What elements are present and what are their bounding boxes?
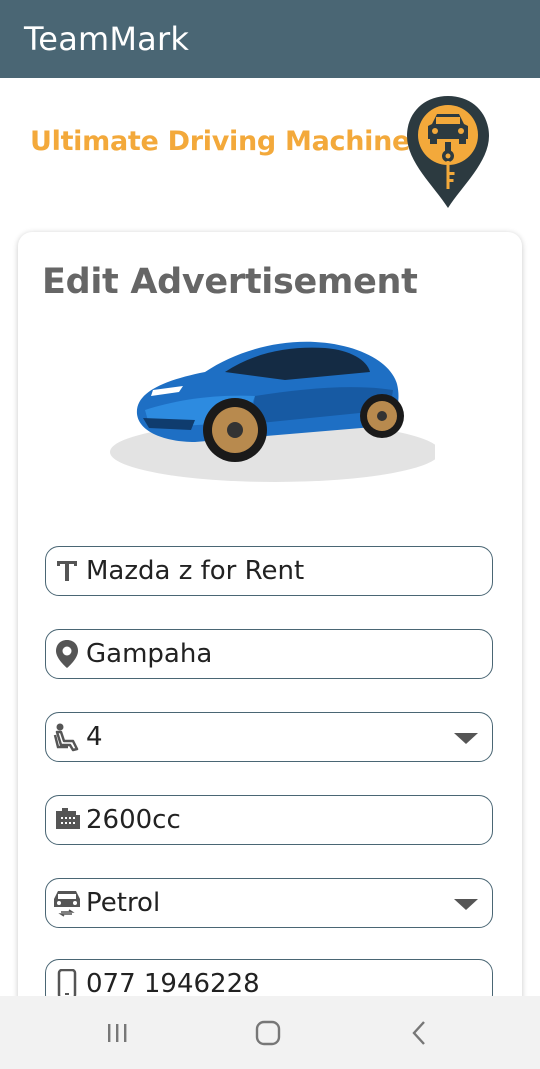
fuel-value[interactable]: Petrol: [86, 888, 492, 918]
car-image[interactable]: [105, 322, 435, 492]
location-pin-icon: [50, 637, 84, 671]
seats-select[interactable]: 4: [45, 712, 493, 762]
brand-tagline: Ultimate Driving Machines: [30, 126, 426, 157]
brand-header: Ultimate Driving Machines: [0, 78, 540, 228]
back-icon[interactable]: [400, 1018, 440, 1048]
engine-icon: [50, 803, 84, 837]
phone-value[interactable]: 077 1946228: [86, 969, 492, 999]
car-fuel-icon: [50, 886, 84, 920]
app-bar: TeamMark: [0, 0, 540, 78]
seats-value[interactable]: 4: [86, 722, 492, 752]
home-icon[interactable]: [248, 1018, 288, 1048]
system-nav-bar: [0, 996, 540, 1069]
edit-advertisement-card: Edit Advertisement Mazda z for Rent Gamp…: [18, 232, 522, 1032]
text-icon: [50, 554, 84, 588]
title-value[interactable]: Mazda z for Rent: [86, 556, 492, 586]
car-key-pin-logo-icon: [407, 96, 489, 208]
recent-apps-icon[interactable]: [97, 1018, 137, 1048]
fuel-select[interactable]: Petrol: [45, 878, 493, 928]
chevron-down-icon[interactable]: [454, 899, 478, 910]
engine-field[interactable]: 2600cc: [45, 795, 493, 845]
location-value[interactable]: Gampaha: [86, 639, 492, 669]
location-field[interactable]: Gampaha: [45, 629, 493, 679]
chevron-down-icon[interactable]: [454, 733, 478, 744]
title-field[interactable]: Mazda z for Rent: [45, 546, 493, 596]
engine-value[interactable]: 2600cc: [86, 805, 492, 835]
app-title: TeamMark: [24, 20, 190, 58]
card-title: Edit Advertisement: [42, 262, 418, 302]
seat-icon: [50, 720, 84, 754]
